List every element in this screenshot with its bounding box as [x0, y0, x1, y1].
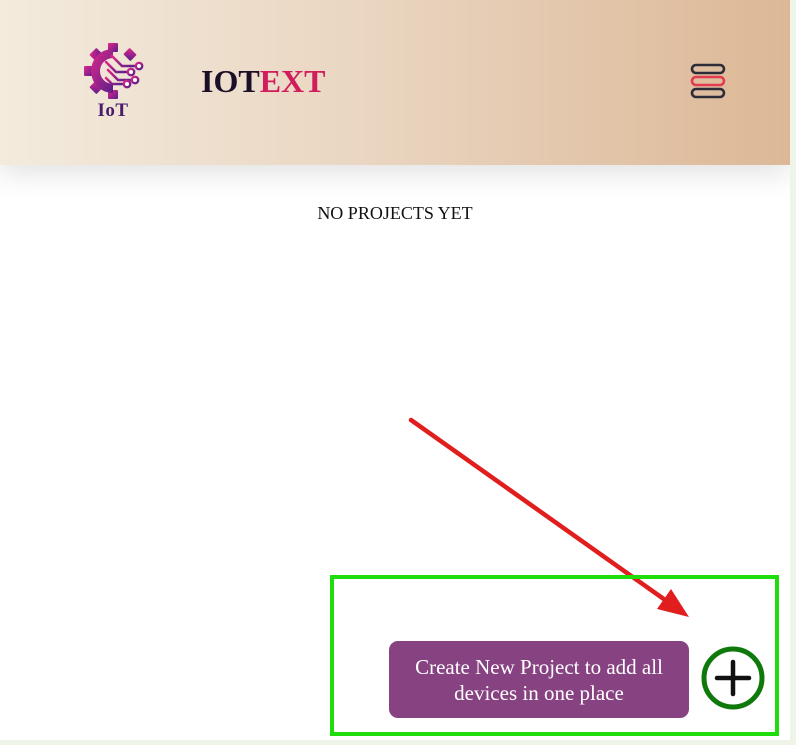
app-page: IoT IOTEXT NO PROJECTS YET Create New Pr…	[0, 0, 790, 740]
brand-title-part1: IOT	[201, 63, 260, 99]
brand-title[interactable]: IOTEXT	[201, 63, 325, 99]
menu-button[interactable]	[688, 62, 728, 100]
add-project-button[interactable]	[701, 646, 765, 710]
brand-title-part2: EXT	[259, 63, 326, 99]
logo-text: IoT	[97, 100, 129, 121]
plus-circle-icon	[701, 646, 765, 710]
empty-state-message: NO PROJECTS YET	[317, 203, 473, 223]
create-project-tooltip: Create New Project to add all devices in…	[389, 641, 689, 718]
hamburger-menu-icon	[690, 63, 726, 99]
gear-circuit-icon	[84, 43, 144, 99]
app-logo[interactable]: IoT	[82, 42, 148, 124]
top-header: IoT IOTEXT	[0, 0, 790, 165]
